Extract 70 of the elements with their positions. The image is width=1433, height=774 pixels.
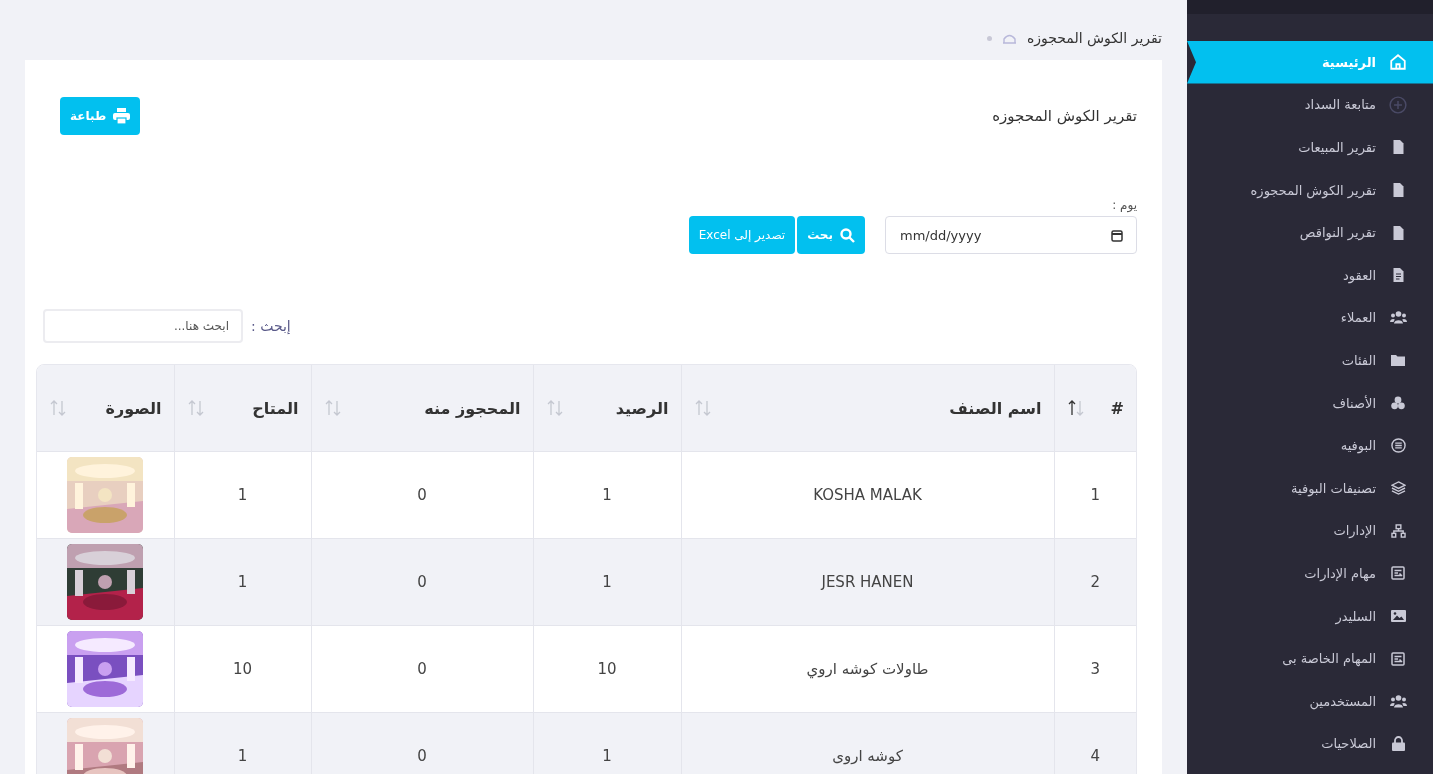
table-cell: 0 (417, 486, 427, 504)
table-cell: 0 (417, 660, 427, 678)
checklist-icon (1391, 651, 1405, 666)
table-cell: JESR HANEN (821, 573, 914, 591)
sidebar-item[interactable]: تقرير المبيعات (1187, 126, 1433, 169)
search-icon (840, 227, 855, 243)
table-cell: 1 (237, 573, 248, 591)
layers-icon (1390, 481, 1406, 496)
column-header: المتاح (252, 398, 299, 418)
sidebar-item[interactable]: البوفيه (1187, 424, 1433, 467)
users-icon (1389, 694, 1407, 708)
sidebar-item[interactable]: تصنيفات البوفية (1187, 466, 1433, 510)
table-cell: 1 (237, 747, 248, 765)
table-cell: 1 (602, 486, 612, 504)
column-header: اسم الصنف (949, 398, 1042, 418)
calendar-icon[interactable] (1111, 229, 1123, 242)
table-cell: كوشه اروى (832, 747, 903, 765)
checklist-icon (1391, 566, 1405, 581)
column-header: الصورة (105, 398, 162, 418)
folder-icon (1391, 354, 1405, 367)
table-cell: 1 (602, 573, 612, 591)
table-cell: 2 (1090, 573, 1100, 591)
list-circle-icon (1390, 438, 1406, 454)
document-icon (1391, 140, 1405, 155)
sitemap-icon (1390, 523, 1406, 538)
table-cell: 0 (417, 747, 427, 765)
document-icon (1391, 183, 1405, 198)
sidebar-item[interactable]: مهام الإدارات (1187, 552, 1433, 595)
table-cell: 10 (232, 660, 253, 678)
column-header: المحجوز منه (424, 398, 521, 418)
sidebar-item[interactable]: متابعة السداد (1187, 83, 1433, 127)
table-cell: KOSHA MALAK (813, 486, 922, 504)
sidebar-item[interactable]: العقود (1187, 253, 1433, 297)
document-icon (1391, 225, 1405, 240)
sidebar-item[interactable]: الصلاحيات (1187, 722, 1433, 766)
table-cell: 1 (237, 486, 248, 504)
document-text-icon (1391, 268, 1405, 283)
sidebar-item[interactable]: العملاء (1187, 296, 1433, 340)
printer-icon (113, 108, 131, 124)
sidebar-item[interactable]: المستخدمين (1187, 679, 1433, 723)
lock-icon (1391, 736, 1405, 752)
image-icon (1390, 610, 1406, 622)
field-label: يوم : (1111, 198, 1137, 212)
breadcrumb-title: تقرير الكوش المحجوزه (1026, 30, 1162, 46)
table-cell: 1 (602, 747, 612, 765)
users-icon (1389, 311, 1407, 325)
sidebar-item[interactable]: الإدارات (1187, 509, 1433, 553)
home-icon (1389, 53, 1407, 72)
search-label: إبحث : (251, 318, 291, 334)
cubes-icon (1391, 396, 1405, 411)
plus-circle-icon (1389, 95, 1407, 114)
table-cell: 4 (1090, 747, 1100, 765)
search-field[interactable]: ابحث هنا... (43, 309, 243, 343)
table-cell: 1 (1090, 486, 1100, 504)
column-header: الرصيد (615, 398, 669, 418)
sidebar-item[interactable]: تقرير الكوش المحجوزه (1187, 168, 1433, 212)
table-cell: 3 (1090, 660, 1100, 678)
table-cell: 10 (597, 660, 617, 678)
sidebar-item[interactable]: السليدر (1187, 594, 1433, 638)
table-cell: طاولات كوشه اروي (806, 660, 929, 678)
date-field[interactable]: mm/dd/yyyy (885, 216, 1137, 254)
column-header: # (1110, 398, 1124, 418)
home-icon[interactable] (1001, 32, 1017, 44)
sidebar-item[interactable]: المهام الخاصة بى (1187, 637, 1433, 680)
sort-icon[interactable] (1066, 399, 1085, 417)
sidebar-item[interactable]: تقرير النواقص (1187, 211, 1433, 254)
card-title: تقرير الكوش المحجوزه (992, 107, 1137, 125)
table-cell: 0 (417, 573, 427, 591)
sidebar-item[interactable]: الأصناف (1187, 381, 1433, 425)
sidebar-item[interactable]: الفئات (1187, 339, 1433, 382)
